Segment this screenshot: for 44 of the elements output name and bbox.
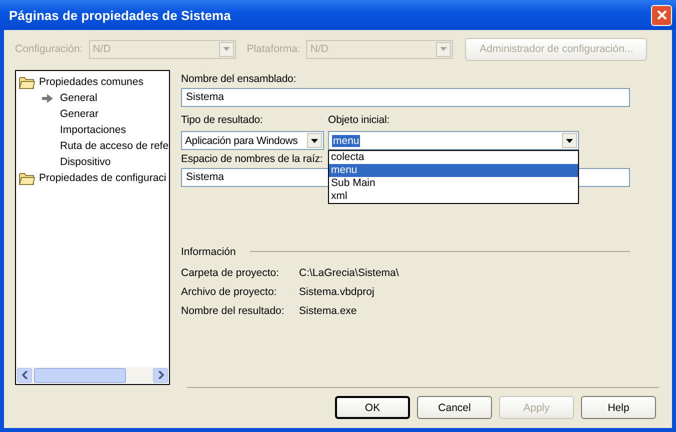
info-label: Archivo de proyecto: [181, 286, 278, 298]
tree-item[interactable]: Dispositivo [60, 156, 111, 168]
dropdown-option[interactable]: menu [329, 164, 578, 177]
configuration-value: N/D [92, 43, 111, 55]
startup-object-dropdown[interactable]: menu [328, 131, 579, 150]
dropdown-option[interactable]: Sub Main [329, 177, 578, 190]
info-label: Carpeta de proyecto: [181, 267, 280, 279]
dropdown-option[interactable]: xml [329, 190, 578, 203]
root-namespace-label: Espacio de nombres de la raíz: [181, 153, 323, 167]
output-type-value: Aplicación para Windows [185, 134, 298, 146]
platform-value: N/D [310, 43, 329, 55]
tree-item[interactable]: Ruta de acceso de refe [60, 140, 169, 152]
startup-object-label: Objeto inicial: [328, 114, 390, 128]
info-heading: Información [181, 246, 236, 258]
dropdown-option[interactable]: colecta [329, 151, 578, 164]
dialog-button[interactable]: OK [335, 396, 410, 419]
assembly-name-field[interactable]: Sistema [181, 88, 630, 107]
output-type-label: Tipo de resultado: [181, 114, 263, 128]
close-button[interactable] [651, 4, 672, 26]
close-icon [656, 9, 668, 21]
assembly-name-label: Nombre del ensamblado: [181, 73, 296, 87]
tree-item[interactable]: Propiedades de configuraci [39, 172, 166, 184]
info-value: Sistema.vbdproj [299, 286, 376, 298]
tree-item[interactable]: Generar [60, 108, 99, 120]
tree-item[interactable]: Propiedades comunes [39, 76, 144, 88]
scroll-left-icon[interactable] [17, 368, 32, 382]
window-title: Páginas de propiedades de Sistema [9, 8, 231, 22]
configuration-label: Configuración: [15, 43, 83, 55]
output-type-dropdown[interactable]: Aplicación para Windows [181, 131, 324, 150]
info-label: Nombre del resultado: [181, 305, 286, 317]
dialog-button[interactable]: Cancel [417, 396, 492, 419]
dialog-button[interactable]: Help [581, 396, 656, 419]
folder-icon [19, 172, 35, 184]
folder-icon [19, 76, 35, 88]
info-value: Sistema.exe [299, 305, 358, 317]
info-value: C:\LaGrecia\Sistema\ [299, 267, 400, 279]
platform-label: Plataforma: [246, 43, 300, 55]
scrollbar-thumb[interactable] [34, 368, 126, 382]
horizontal-scrollbar[interactable] [17, 367, 168, 383]
startup-object-value: menu [332, 134, 360, 146]
scroll-right-icon[interactable] [153, 368, 168, 382]
tree-item[interactable]: Importaciones [60, 124, 126, 136]
tree-item[interactable]: General [60, 92, 98, 104]
arrow-icon [42, 94, 53, 102]
